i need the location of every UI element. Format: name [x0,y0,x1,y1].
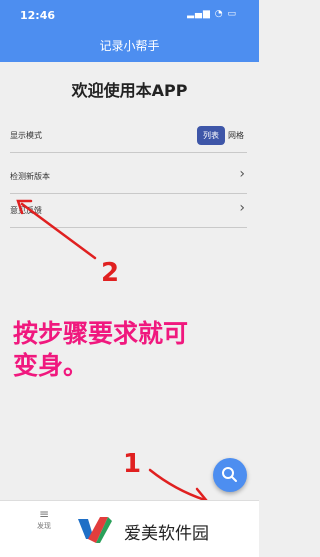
tab-discover[interactable]: ≡ 发现 [24,507,64,531]
menu-icon: ≡ [38,507,50,521]
annotation-line-2: 变身。 [13,351,89,380]
brand-logo-icon [78,517,112,543]
arrow-to-feedback [16,199,97,260]
arrow-to-search-button [148,468,209,505]
search-icon [222,467,237,482]
annotation-text: 按步骤要求就可 变身。 [13,318,248,382]
step-1-marker: 1 [123,449,142,479]
watermark-text: 爱美软件园 [124,524,209,544]
step-2-marker: 2 [101,258,120,288]
tab-discover-label: 发现 [37,522,51,530]
search-button[interactable] [213,458,247,492]
watermark-logo: 爱美软件园 [74,509,254,549]
annotation-line-1: 按步骤要求就可 [13,319,189,348]
bottom-nav: ≡ 发现 爱美软件园 [0,500,259,557]
